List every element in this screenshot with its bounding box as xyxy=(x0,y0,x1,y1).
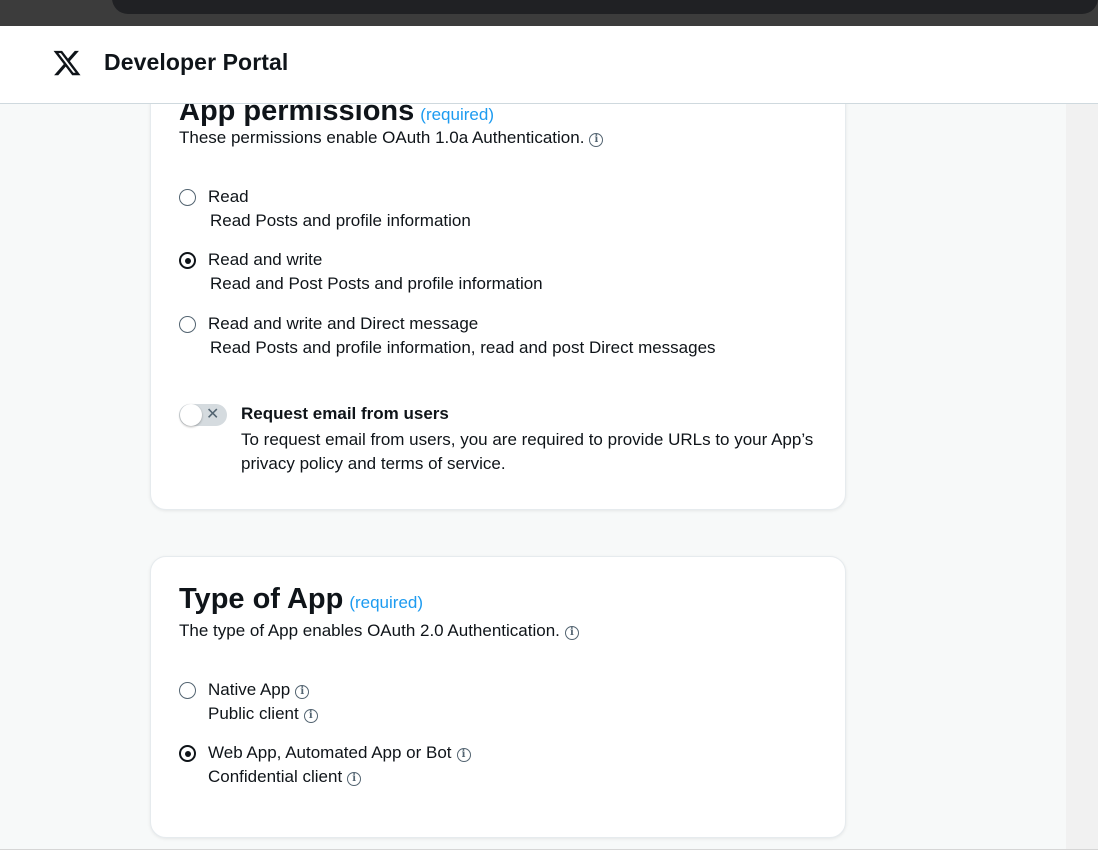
option-label: Read and write and Direct message xyxy=(208,314,479,333)
option-label-text: Native App xyxy=(208,680,291,699)
option-label: Read and write xyxy=(208,250,323,269)
request-email-label: Request email from users xyxy=(241,404,449,423)
option-description: Read Posts and profile information, read… xyxy=(210,338,716,357)
top-navigation-bar: Developer Portal xyxy=(0,26,1098,104)
option-label: Web App, Automated App or Bot i xyxy=(208,743,471,763)
info-icon[interactable]: i xyxy=(303,709,318,723)
info-icon[interactable]: i xyxy=(589,133,604,147)
option-label-text: Web App, Automated App or Bot xyxy=(208,743,452,762)
app-permissions-subtitle: These permissions enable OAuth 1.0a Auth… xyxy=(179,128,604,148)
main-content: App permissions (required) These permissi… xyxy=(0,104,1066,850)
type-of-app-heading-text: Type of App xyxy=(179,583,344,615)
required-label: (required) xyxy=(420,105,494,124)
browser-address-bar-area xyxy=(0,0,1098,26)
app-permissions-heading: App permissions (required) xyxy=(179,104,494,128)
toggle-knob xyxy=(180,404,202,426)
close-icon: ✕ xyxy=(206,406,220,423)
info-icon[interactable]: i xyxy=(564,626,579,640)
info-icon[interactable]: i xyxy=(295,685,310,699)
radio-button[interactable] xyxy=(179,316,196,333)
radio-button[interactable] xyxy=(179,189,196,206)
radio-button-selected[interactable] xyxy=(179,745,196,762)
option-label: Read xyxy=(208,187,249,206)
app-permissions-card: App permissions (required) These permissi… xyxy=(150,104,846,510)
x-logo-icon[interactable] xyxy=(52,48,82,78)
request-email-toggle[interactable]: ✕ xyxy=(179,404,227,426)
info-icon[interactable]: i xyxy=(456,748,471,762)
app-permissions-subtitle-text: These permissions enable OAuth 1.0a Auth… xyxy=(179,128,585,147)
option-label: Native App i xyxy=(208,680,310,700)
required-label: (required) xyxy=(349,593,424,612)
option-description: Public client i xyxy=(208,704,318,724)
option-description-text: Public client xyxy=(208,704,299,723)
request-email-description: To request email from users, you are req… xyxy=(241,430,814,473)
type-of-app-heading: Type of App (required) xyxy=(179,583,423,616)
type-of-app-subtitle-text: The type of App enables OAuth 2.0 Authen… xyxy=(179,621,560,640)
option-description-text: Confidential client xyxy=(208,767,343,786)
app-permissions-heading-text: App permissions xyxy=(179,104,415,127)
option-description: Confidential client i xyxy=(208,767,362,787)
option-description: Read Posts and profile information xyxy=(210,211,471,230)
info-icon[interactable]: i xyxy=(347,772,362,786)
page-scrollbar[interactable] xyxy=(1066,104,1098,850)
type-of-app-subtitle: The type of App enables OAuth 2.0 Authen… xyxy=(179,621,579,641)
radio-button-selected[interactable] xyxy=(179,252,196,269)
browser-address-bar[interactable] xyxy=(112,0,1098,14)
type-of-app-card: Type of App (required) The type of App en… xyxy=(150,556,846,838)
option-description: Read and Post Posts and profile informat… xyxy=(210,274,543,293)
radio-button[interactable] xyxy=(179,682,196,699)
portal-title: Developer Portal xyxy=(104,49,289,75)
